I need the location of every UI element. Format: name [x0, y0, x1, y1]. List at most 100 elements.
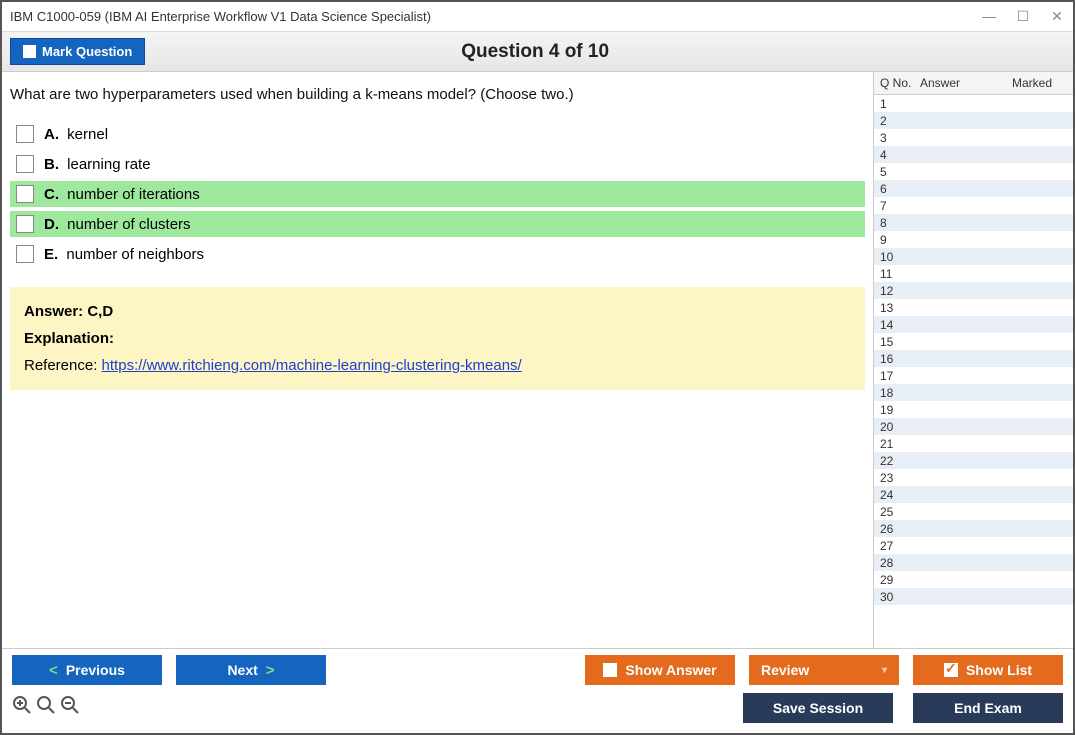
- show-list-label: Show List: [966, 662, 1032, 678]
- row-qno: 4: [880, 148, 920, 162]
- row-qno: 17: [880, 369, 920, 383]
- minimize-icon[interactable]: —: [981, 8, 997, 25]
- question-list-row[interactable]: 19: [874, 401, 1073, 418]
- zoom-out-icon[interactable]: [60, 695, 80, 721]
- show-answer-checkbox-icon: [603, 663, 617, 677]
- question-counter: Question 4 of 10: [145, 41, 925, 63]
- question-list-row[interactable]: 24: [874, 486, 1073, 503]
- option-checkbox[interactable]: [16, 155, 34, 173]
- question-list-row[interactable]: 9: [874, 231, 1073, 248]
- reference-link[interactable]: https://www.ritchieng.com/machine-learni…: [102, 357, 522, 374]
- option-row[interactable]: C. number of iterations: [10, 181, 865, 207]
- option-checkbox[interactable]: [16, 215, 34, 233]
- save-session-label: Save Session: [773, 700, 863, 716]
- save-session-button[interactable]: Save Session: [743, 693, 893, 723]
- row-qno: 9: [880, 233, 920, 247]
- window-title: IBM C1000-059 (IBM AI Enterprise Workflo…: [10, 9, 981, 24]
- footer-row-2: Save Session End Exam: [12, 693, 1063, 723]
- question-list-row[interactable]: 27: [874, 537, 1073, 554]
- option-checkbox[interactable]: [16, 125, 34, 143]
- close-icon[interactable]: ✕: [1049, 8, 1065, 25]
- question-list-row[interactable]: 16: [874, 350, 1073, 367]
- row-qno: 24: [880, 488, 920, 502]
- option-row[interactable]: B. learning rate: [10, 151, 865, 177]
- question-list-row[interactable]: 12: [874, 282, 1073, 299]
- header-marked: Marked: [1012, 76, 1067, 90]
- question-list-header: Q No. Answer Marked: [874, 72, 1073, 95]
- option-checkbox[interactable]: [16, 245, 34, 263]
- question-list-row[interactable]: 29: [874, 571, 1073, 588]
- previous-button[interactable]: < Previous: [12, 655, 162, 685]
- show-list-button[interactable]: Show List: [913, 655, 1063, 685]
- next-button[interactable]: Next >: [176, 655, 326, 685]
- show-answer-button[interactable]: Show Answer: [585, 655, 735, 685]
- question-list-row[interactable]: 8: [874, 214, 1073, 231]
- question-list-row[interactable]: 2: [874, 112, 1073, 129]
- end-exam-button[interactable]: End Exam: [913, 693, 1063, 723]
- answer-panel: Answer: C,D Explanation: Reference: http…: [10, 287, 865, 390]
- question-list-row[interactable]: 13: [874, 299, 1073, 316]
- zoom-in-icon[interactable]: [12, 695, 32, 721]
- question-list-row[interactable]: 23: [874, 469, 1073, 486]
- question-list-row[interactable]: 11: [874, 265, 1073, 282]
- zoom-controls: [12, 695, 80, 721]
- question-list-row[interactable]: 18: [874, 384, 1073, 401]
- option-checkbox[interactable]: [16, 185, 34, 203]
- option-text: E. number of neighbors: [44, 246, 204, 263]
- option-row[interactable]: E. number of neighbors: [10, 241, 865, 267]
- mark-label: Mark Question: [42, 44, 132, 59]
- question-list-row[interactable]: 6: [874, 180, 1073, 197]
- question-list-row[interactable]: 15: [874, 333, 1073, 350]
- question-list-row[interactable]: 21: [874, 435, 1073, 452]
- review-button[interactable]: Review ▾: [749, 655, 899, 685]
- question-list-row[interactable]: 4: [874, 146, 1073, 163]
- reference-prefix: Reference:: [24, 357, 102, 374]
- row-qno: 11: [880, 267, 920, 281]
- row-qno: 6: [880, 182, 920, 196]
- question-list-row[interactable]: 22: [874, 452, 1073, 469]
- question-list-row[interactable]: 3: [874, 129, 1073, 146]
- question-list-row[interactable]: 25: [874, 503, 1073, 520]
- row-qno: 26: [880, 522, 920, 536]
- footer-row-1: < Previous Next > Show Answer Review ▾ S…: [12, 655, 1063, 685]
- row-qno: 2: [880, 114, 920, 128]
- row-qno: 23: [880, 471, 920, 485]
- question-list-row[interactable]: 7: [874, 197, 1073, 214]
- reference-line: Reference: https://www.ritchieng.com/mac…: [24, 357, 851, 374]
- row-qno: 27: [880, 539, 920, 553]
- row-qno: 25: [880, 505, 920, 519]
- maximize-icon[interactable]: ☐: [1015, 8, 1031, 25]
- row-qno: 19: [880, 403, 920, 417]
- option-row[interactable]: D. number of clusters: [10, 211, 865, 237]
- chevron-right-icon: >: [266, 662, 275, 679]
- mark-checkbox-icon: [23, 45, 36, 58]
- question-panel: What are two hyperparameters used when b…: [2, 72, 873, 648]
- header-answer: Answer: [920, 76, 1012, 90]
- option-text: D. number of clusters: [44, 216, 191, 233]
- question-list-row[interactable]: 10: [874, 248, 1073, 265]
- show-list-checkbox-icon: [944, 663, 958, 677]
- row-qno: 13: [880, 301, 920, 315]
- option-text: A. kernel: [44, 126, 108, 143]
- row-qno: 18: [880, 386, 920, 400]
- mark-question-button[interactable]: Mark Question: [10, 38, 145, 65]
- previous-label: Previous: [66, 662, 125, 678]
- question-list-row[interactable]: 5: [874, 163, 1073, 180]
- end-exam-label: End Exam: [954, 700, 1022, 716]
- header-qno: Q No.: [880, 76, 920, 90]
- question-list-row[interactable]: 20: [874, 418, 1073, 435]
- zoom-reset-icon[interactable]: [36, 695, 56, 721]
- question-list-row[interactable]: 30: [874, 588, 1073, 605]
- row-qno: 7: [880, 199, 920, 213]
- option-row[interactable]: A. kernel: [10, 121, 865, 147]
- row-qno: 10: [880, 250, 920, 264]
- window-buttons: — ☐ ✕: [981, 8, 1065, 25]
- question-list-body[interactable]: 1234567891011121314151617181920212223242…: [874, 95, 1073, 648]
- question-list-row[interactable]: 14: [874, 316, 1073, 333]
- question-list-row[interactable]: 28: [874, 554, 1073, 571]
- question-list-row[interactable]: 1: [874, 95, 1073, 112]
- question-list-row[interactable]: 26: [874, 520, 1073, 537]
- question-list-panel: Q No. Answer Marked 12345678910111213141…: [873, 72, 1073, 648]
- question-list-row[interactable]: 17: [874, 367, 1073, 384]
- row-qno: 8: [880, 216, 920, 230]
